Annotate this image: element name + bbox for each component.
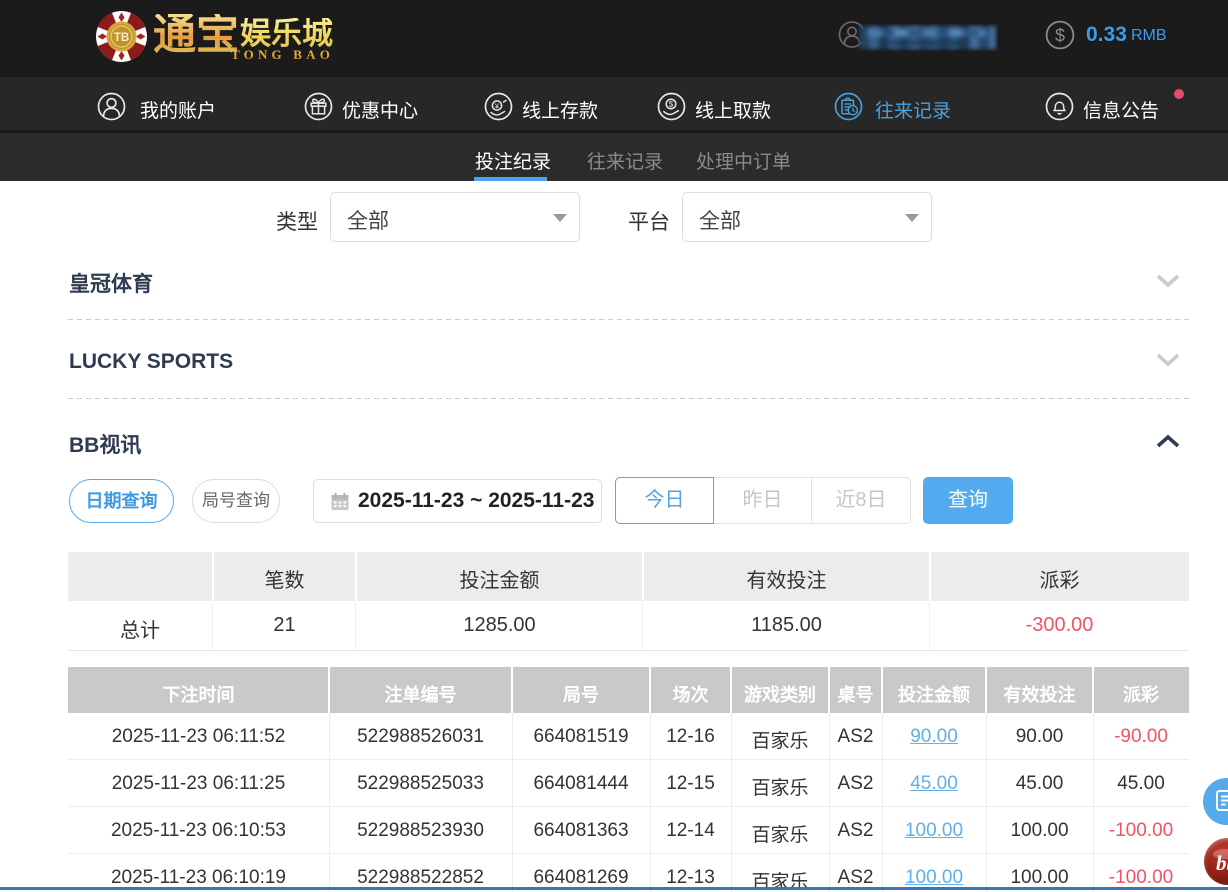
svg-text:bb: bb bbox=[1216, 851, 1228, 875]
svg-text:TB: TB bbox=[114, 32, 129, 44]
svg-text:$: $ bbox=[1055, 26, 1065, 46]
svg-text:$: $ bbox=[669, 100, 674, 109]
